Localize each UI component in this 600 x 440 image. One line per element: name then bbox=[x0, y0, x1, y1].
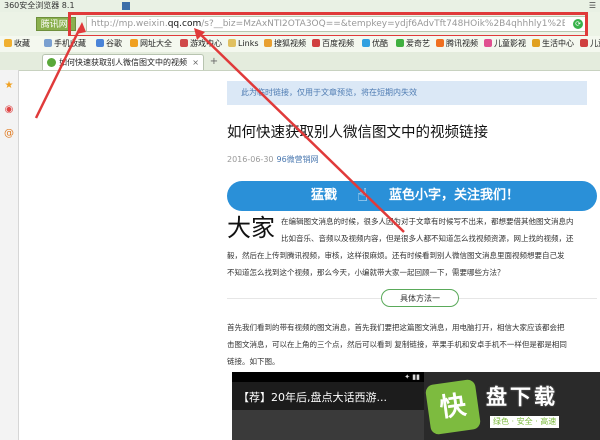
bookmark-item[interactable]: 搜狐视频 bbox=[264, 36, 306, 52]
bookmark-item[interactable]: 优酷 bbox=[362, 36, 388, 52]
intro-line: 不知道怎么找到这个视频，那么今天，小编就带大家一起回顾一下，需要哪些方法？ bbox=[227, 268, 505, 277]
youku-icon bbox=[362, 39, 370, 47]
follow-banner[interactable]: 猛戳 ☝ 蓝色小字，关注我们！ bbox=[227, 181, 597, 211]
baidu-icon bbox=[312, 39, 320, 47]
kids-icon bbox=[484, 39, 492, 47]
article-title: 如何快速获取别人微信图文中的视频链接 bbox=[227, 125, 488, 141]
app-logo-icon bbox=[122, 2, 130, 10]
life-icon bbox=[532, 39, 540, 47]
watermark-glyph: 快 bbox=[438, 390, 468, 424]
bookmark-label: 网址大全 bbox=[140, 39, 172, 48]
phone-status-bar: ✦ ▮▮ bbox=[232, 372, 424, 382]
bookmark-item[interactable]: 游戏中心 bbox=[180, 36, 222, 52]
bookmark-item[interactable]: 儿童影视 bbox=[484, 36, 526, 52]
bookmark-label: 游戏中心 bbox=[190, 39, 222, 48]
watermark-text: 盘下载 bbox=[486, 385, 558, 409]
bookmark-item[interactable]: 生活中心 bbox=[532, 36, 574, 52]
watermark-logo: 快 盘下载 绿色 · 安全 · 高速 bbox=[424, 378, 600, 440]
qq-video-icon bbox=[436, 39, 444, 47]
intro-line: 在编辑图文消息的时候，很多人因为对于文章有时候写不出来，都想要借其他图文消息内 bbox=[281, 217, 574, 226]
banner-right-text: 蓝色小字，关注我们！ bbox=[389, 188, 520, 203]
drop-cap: 大家 bbox=[227, 214, 275, 242]
bookmark-label: 搜狐视频 bbox=[274, 39, 306, 48]
tab-strip: 如何快速获取别人微信图文中的视频链接 × + bbox=[0, 52, 600, 71]
site-icon bbox=[130, 39, 138, 47]
close-icon[interactable]: × bbox=[192, 55, 199, 70]
address-highlight-box bbox=[68, 12, 588, 38]
bookmark-label: 爱奇艺 bbox=[406, 39, 430, 48]
video-thumbnail-strip bbox=[232, 410, 424, 440]
pointer-hand-icon: ☝ bbox=[357, 185, 368, 206]
status-text: ✦ ▮▮ bbox=[404, 373, 420, 381]
bookmark-label: 优酷 bbox=[372, 39, 388, 48]
temporary-link-notice: 此为临时链接，仅用于文章预览，将在短期内失效 bbox=[227, 81, 587, 105]
google-icon bbox=[96, 39, 104, 47]
watermark-slogan: 绿色 · 安全 · 高速 bbox=[490, 416, 560, 428]
bookmark-label: 儿童影视 bbox=[494, 39, 526, 48]
account-link[interactable]: 96微营销网 bbox=[277, 155, 319, 164]
bookmark-label: 儿童视频 bbox=[590, 39, 600, 48]
wechat-icon bbox=[47, 58, 56, 67]
bookmark-favorites[interactable]: 收藏 bbox=[4, 36, 30, 52]
menu-icon[interactable]: ☰ bbox=[589, 0, 596, 12]
bookmark-item[interactable]: 儿童视频 bbox=[580, 36, 600, 52]
sohu-icon bbox=[264, 39, 272, 47]
folder-icon bbox=[228, 39, 236, 47]
bookmark-item[interactable]: Links bbox=[228, 36, 259, 52]
sidebar: ★ ◉ @ bbox=[0, 70, 19, 440]
bookmark-item[interactable]: 谷歌 bbox=[96, 36, 122, 52]
bookmark-label: 谷歌 bbox=[106, 39, 122, 48]
bookmark-label: Links bbox=[238, 39, 259, 48]
bookmark-item[interactable]: 手机收藏 bbox=[44, 36, 86, 52]
bookmark-item[interactable]: 百度视频 bbox=[312, 36, 354, 52]
bookmark-label: 生活中心 bbox=[542, 39, 574, 48]
download-logo-icon: 快 bbox=[424, 378, 482, 436]
banner-left-text: 猛戳 bbox=[311, 188, 338, 203]
game-icon bbox=[180, 39, 188, 47]
star-icon bbox=[4, 39, 12, 47]
method-heading: 具体方法一 bbox=[381, 289, 459, 307]
search-engine-label: 腾讯网 bbox=[40, 20, 68, 30]
body-line: 击图文消息，可以在上角的三个点，然后可以看到 复制链接，苹果手机和安卓手机不一样… bbox=[227, 340, 567, 349]
tab-article[interactable]: 如何快速获取别人微信图文中的视频链接 × bbox=[42, 54, 204, 70]
star-icon[interactable]: ★ bbox=[3, 80, 15, 92]
window-title: 360安全浏览器 8.1 bbox=[4, 1, 75, 10]
body-line: 首先我们看到的带有视频的图文消息，首先我们要把这篇图文消息，用电脑打开，相信大家… bbox=[227, 323, 565, 332]
video-title: 【荐】20年后,盘点大话西游... bbox=[238, 391, 387, 404]
intro-line: 毅，然后在上传到腾讯视频，审核，这样很麻烦。还有时候看到别人微信图文消息里面视频… bbox=[227, 251, 565, 260]
article-meta: 2016-06-30 96微营销网 bbox=[227, 155, 319, 165]
iqiyi-icon bbox=[396, 39, 404, 47]
weibo-icon[interactable]: ◉ bbox=[3, 104, 15, 116]
at-icon[interactable]: @ bbox=[3, 128, 15, 140]
bookmark-label: 百度视频 bbox=[322, 39, 354, 48]
kids-video-icon bbox=[580, 39, 588, 47]
bookmark-label: 腾讯视频 bbox=[446, 39, 478, 48]
article-date: 2016-06-30 bbox=[227, 155, 274, 164]
phone-icon bbox=[44, 39, 52, 47]
bookmark-label: 手机收藏 bbox=[54, 39, 86, 48]
bookmark-item[interactable]: 腾讯视频 bbox=[436, 36, 478, 52]
video-screenshot[interactable]: ✦ ▮▮ 【荐】20年后,盘点大话西游... bbox=[232, 372, 424, 440]
new-tab-button[interactable]: + bbox=[208, 56, 220, 68]
bookmark-label: 收藏 bbox=[14, 39, 30, 48]
bookmark-item[interactable]: 网址大全 bbox=[130, 36, 172, 52]
body-line: 链接。如下图。 bbox=[227, 357, 280, 366]
intro-line: 比如音乐、音频以及视频内容，但是很多人都不知道怎么找视频资源，网上找的视频，还 bbox=[281, 234, 574, 243]
bookmarks-bar: 收藏 手机收藏 谷歌 网址大全 游戏中心 Links 搜狐视频 百度视频 优酷 … bbox=[0, 36, 600, 53]
bookmark-item[interactable]: 爱奇艺 bbox=[396, 36, 430, 52]
tab-label: 如何快速获取别人微信图文中的视频链接 bbox=[59, 58, 187, 67]
